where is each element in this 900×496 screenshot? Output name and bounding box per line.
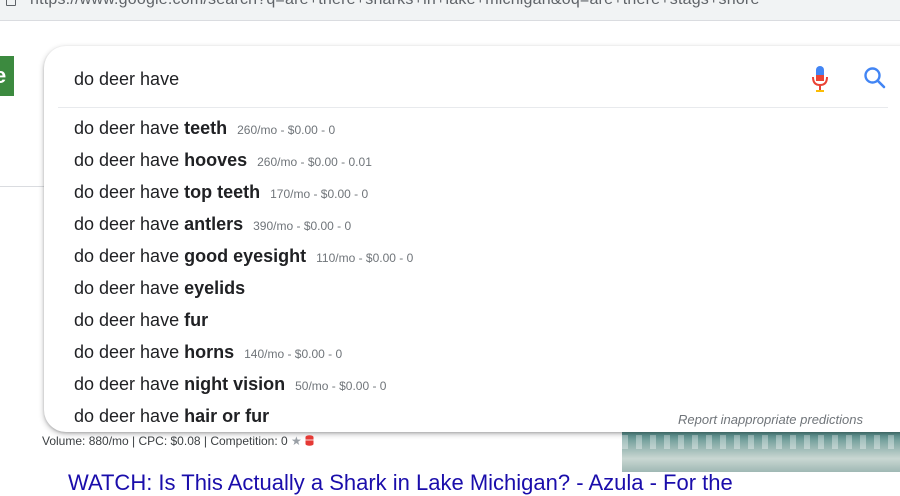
suggestion-prefix: do deer have — [74, 310, 185, 330]
suggestion-prefix: do deer have — [74, 342, 185, 362]
suggestion-completion: hair or fur — [184, 406, 270, 426]
address-url[interactable]: https://www.google.com/search?q=are+ther… — [30, 0, 760, 9]
suggestion-keyword-stats: 140/mo - $0.00 - 0 — [244, 347, 343, 361]
suggestion-completion: eyelids — [184, 278, 246, 298]
suggestion-prefix: do deer have — [74, 406, 185, 426]
keyword-volume-line: Volume: 880/mo | CPC: $0.08 | Competitio… — [42, 434, 314, 448]
star-icon[interactable]: ★ — [291, 434, 302, 448]
suggestion-keyword-stats: 390/mo - $0.00 - 0 — [253, 219, 352, 233]
search-divider — [58, 107, 888, 108]
search-input[interactable] — [74, 66, 774, 92]
report-predictions-link[interactable]: Report inappropriate predictions — [678, 412, 863, 427]
suggestion-completion: night vision — [184, 374, 286, 394]
suggestion-prefix: do deer have — [74, 214, 185, 234]
suggestion-completion: horns — [184, 342, 235, 362]
suggestion-prefix: do deer have — [74, 374, 185, 394]
suggestion-prefix: do deer have — [74, 182, 185, 202]
suggestion-item[interactable]: do deer have eyelids — [74, 272, 874, 304]
suggestion-completion: teeth — [184, 118, 228, 138]
database-icon[interactable] — [305, 435, 314, 446]
suggestion-prefix: do deer have — [74, 118, 185, 138]
suggestion-item[interactable]: do deer have hooves 260/mo - $0.00 - 0.01 — [74, 144, 874, 176]
suggestion-prefix: do deer have — [74, 246, 185, 266]
suggestion-item[interactable]: do deer have night vision 50/mo - $0.00 -… — [74, 368, 874, 400]
suggestion-completion: antlers — [184, 214, 244, 234]
divider — [0, 186, 46, 187]
suggestion-prefix: do deer have — [74, 150, 185, 170]
suggestions-list: do deer have teeth 260/mo - $0.00 - 0 do … — [74, 112, 874, 432]
microphone-icon[interactable] — [809, 64, 831, 94]
suggestion-prefix: do deer have — [74, 278, 185, 298]
suggestion-completion: top teeth — [184, 182, 261, 202]
search-icon[interactable] — [862, 65, 888, 91]
suggestion-keyword-stats: 260/mo - $0.00 - 0 — [237, 123, 336, 137]
suggestion-item[interactable]: do deer have good eyesight 110/mo - $0.00… — [74, 240, 874, 272]
suggestion-completion: good eyesight — [184, 246, 307, 266]
suggestion-keyword-stats: 260/mo - $0.00 - 0.01 — [257, 155, 372, 169]
suggestion-item[interactable]: do deer have antlers 390/mo - $0.00 - 0 — [74, 208, 874, 240]
search-box: do deer have teeth 260/mo - $0.00 - 0 do … — [44, 46, 900, 432]
google-logo-fragment[interactable]: e — [0, 56, 14, 96]
browser-address-bar[interactable]: https://www.google.com/search?q=are+ther… — [0, 0, 900, 21]
suggestion-item[interactable]: do deer have top teeth 170/mo - $0.00 - 0 — [74, 176, 874, 208]
suggestion-item[interactable]: do deer have teeth 260/mo - $0.00 - 0 — [74, 112, 874, 144]
suggestion-completion: fur — [184, 310, 209, 330]
result-title-link[interactable]: WATCH: Is This Actually a Shark in Lake … — [68, 470, 733, 496]
suggestion-keyword-stats: 50/mo - $0.00 - 0 — [295, 379, 387, 393]
suggestion-item[interactable]: do deer have horns 140/mo - $0.00 - 0 — [74, 336, 874, 368]
suggestion-completion: hooves — [184, 150, 248, 170]
page-icon — [6, 0, 16, 6]
suggestion-item[interactable]: do deer have fur — [74, 304, 874, 336]
suggestion-keyword-stats: 170/mo - $0.00 - 0 — [270, 187, 369, 201]
suggestion-keyword-stats: 110/mo - $0.00 - 0 — [316, 251, 414, 265]
volume-text: Volume: 880/mo | CPC: $0.08 | Competitio… — [42, 434, 288, 448]
